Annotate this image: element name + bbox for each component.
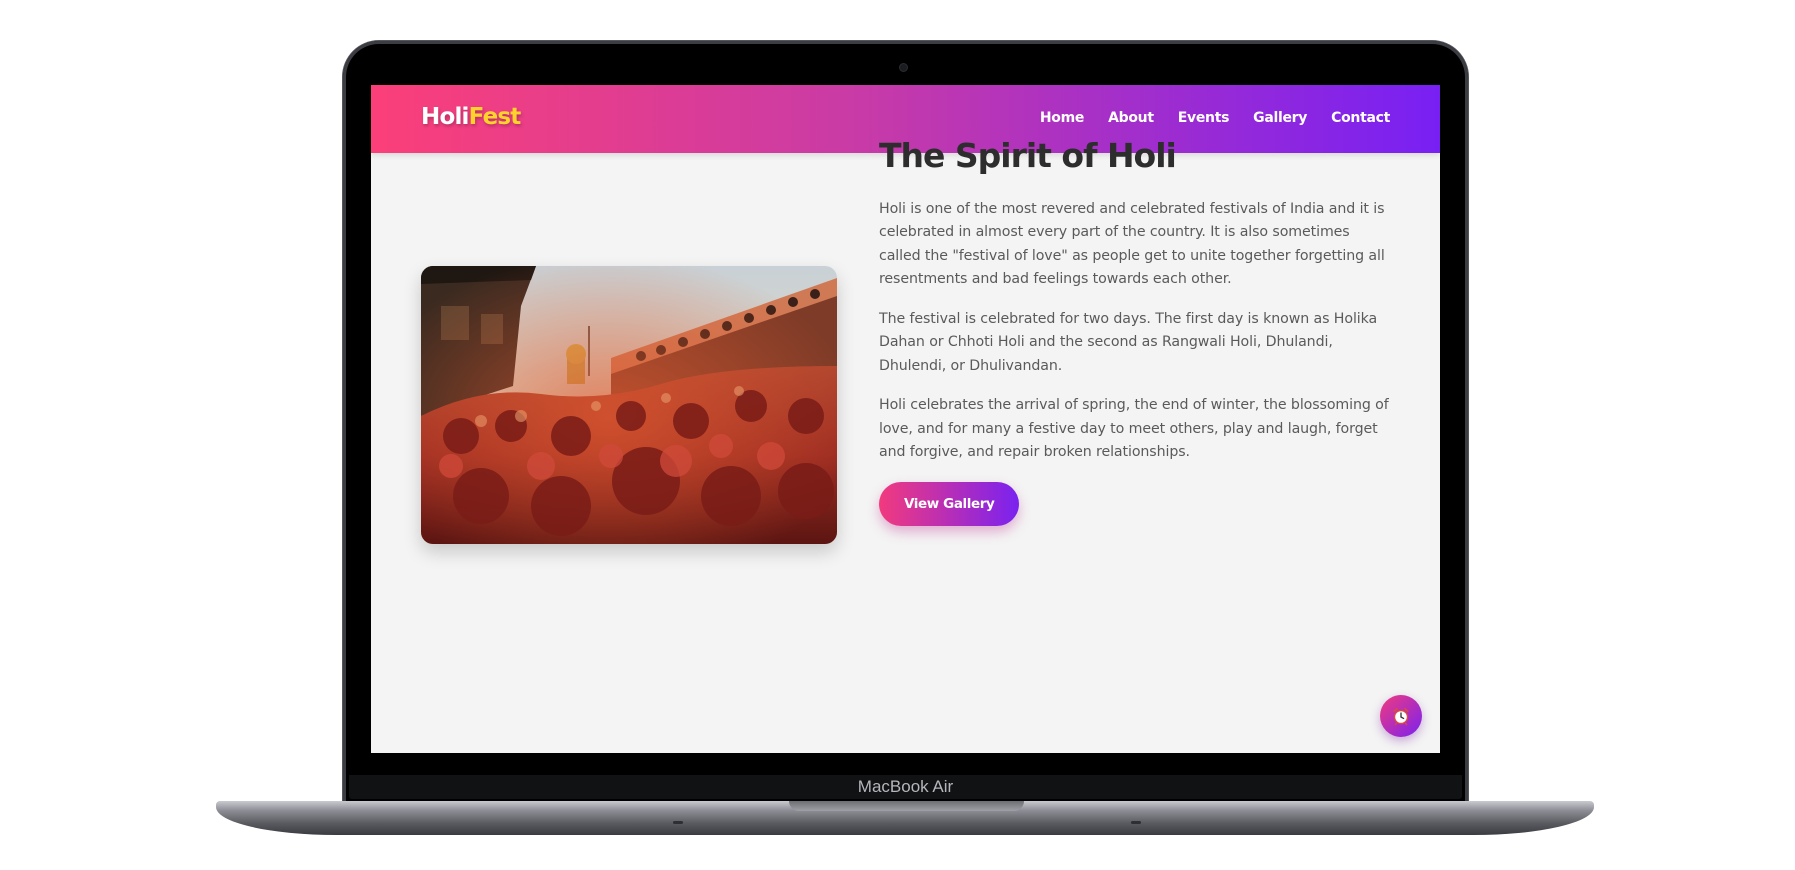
hero-paragraph: Holi celebrates the arrival of spring, t…	[879, 397, 1389, 461]
logo-text-part2: Fest	[468, 104, 522, 130]
logo-text-part1: Holi	[421, 104, 469, 130]
hero-paragraph: The festival is celebrated for two days.…	[879, 310, 1378, 374]
nav-menu: Home About Events Gallery Contact	[1040, 110, 1390, 126]
laptop-mockup: MacBook Air HoliFest Home About Events G…	[0, 0, 1795, 870]
base-notch	[789, 801, 1024, 811]
nav-link-gallery[interactable]: Gallery	[1253, 110, 1307, 126]
device-label: MacBook Air	[857, 777, 954, 796]
hero-content: The Spirit of Holi Holi is one of the mo…	[879, 135, 1394, 526]
photo-illustration	[421, 266, 837, 544]
page-title: The Spirit of Holi	[879, 136, 1177, 175]
nav-link-home[interactable]: Home	[1040, 110, 1085, 126]
alarm-clock-icon	[1393, 707, 1409, 726]
holi-crowd-photo	[421, 266, 837, 544]
site-logo[interactable]: HoliFest	[421, 104, 521, 130]
floating-action-button[interactable]	[1380, 695, 1422, 737]
hero-paragraph: Holi is one of the most revered and cele…	[879, 200, 1385, 288]
base-foot	[1131, 821, 1141, 824]
laptop-base	[216, 801, 1594, 835]
nav-link-about[interactable]: About	[1108, 110, 1154, 126]
screen: HoliFest Home About Events Gallery Conta…	[371, 85, 1440, 753]
nav-link-contact[interactable]: Contact	[1331, 110, 1390, 126]
nav-link-events[interactable]: Events	[1178, 110, 1230, 126]
camera-dot	[900, 64, 907, 71]
laptop-chin: MacBook Air	[349, 775, 1462, 799]
base-foot	[673, 821, 683, 824]
view-gallery-button[interactable]: View Gallery	[879, 481, 1020, 526]
